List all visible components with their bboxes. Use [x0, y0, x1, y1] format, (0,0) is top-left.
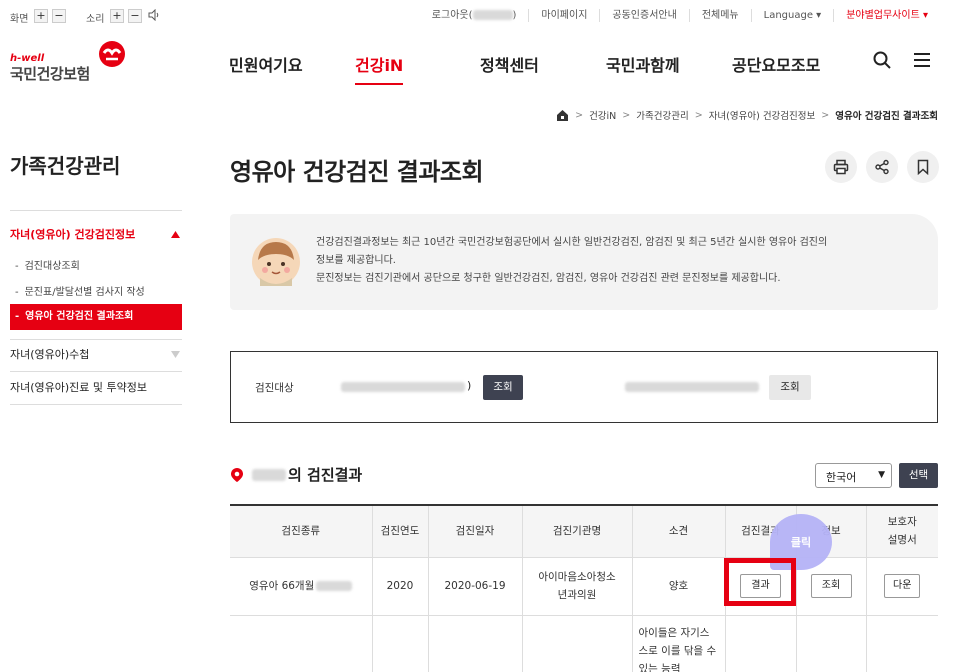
- checkup-year-cell: 2020: [371, 557, 428, 616]
- search-icon[interactable]: [872, 50, 892, 70]
- breadcrumb-current: 영유아 건강검진 결과조회: [835, 111, 938, 122]
- sidebar-divider: [10, 404, 182, 405]
- table-cell: [865, 615, 938, 672]
- print-icon: [833, 159, 849, 175]
- logo-name: 국민건강보험: [10, 65, 90, 83]
- result-title-text: 의 검진결과: [288, 466, 363, 484]
- notice-box: 건강검진결과정보는 최근 10년간 국민건강보험공단에서 실시한 일반건강검진,…: [230, 214, 938, 310]
- breadcrumb-health-in[interactable]: 건강iN: [589, 108, 616, 122]
- logo-mark-icon: [99, 41, 125, 67]
- menu-icon[interactable]: [912, 50, 932, 70]
- sidebar-divider: [10, 339, 182, 340]
- all-menu-link[interactable]: 전체메뉴: [688, 9, 751, 22]
- home-icon[interactable]: [556, 109, 569, 121]
- certificate-guide-link[interactable]: 공동인증서안내: [599, 9, 688, 22]
- share-icon: [875, 159, 889, 175]
- info-lookup-button[interactable]: 조회: [810, 574, 852, 598]
- column-header: 소견: [631, 505, 725, 558]
- language-dropdown[interactable]: Language ▾: [750, 9, 834, 22]
- bookmark-button[interactable]: [907, 151, 939, 183]
- screen-zoom-out-button[interactable]: −: [52, 9, 66, 23]
- lookup-button-2[interactable]: 조회: [769, 375, 811, 400]
- breadcrumb: > 건강iN > 가족건강관리 > 자녀(영유아) 건강검진정보 > 영유아 건…: [556, 108, 938, 122]
- table-cell: [724, 615, 796, 672]
- notice-line-3: 문진정보는 검진기관에서 공단으로 청구한 일반건강검진, 암검진, 영유아 건…: [316, 273, 781, 284]
- gnb-civil-service[interactable]: 민원여기요: [229, 52, 303, 76]
- sidebar-divider: [10, 210, 182, 211]
- child-name-redacted: [252, 468, 286, 481]
- table-row: 아이들은 자기스스로 이를 닦을 수 있는 능력: [230, 615, 938, 672]
- language-select[interactable]: 한국어 ▼: [815, 463, 892, 488]
- screen-size-label: 화면: [10, 14, 29, 25]
- gnb-health-in[interactable]: 건강iN: [355, 52, 404, 85]
- table-cell: [230, 615, 372, 672]
- guide-cell: 다운: [865, 557, 938, 616]
- target-name-redacted: [341, 382, 465, 392]
- notice-line-1: 건강검진결과정보는 최근 10년간 국민건강보험공단에서 실시한 일반건강검진,…: [316, 237, 828, 248]
- collapse-icon: [171, 231, 180, 238]
- speaker-icon[interactable]: [147, 8, 161, 23]
- expand-icon: [171, 351, 180, 358]
- breadcrumb-family-health[interactable]: 가족건강관리: [636, 108, 688, 122]
- mypage-link[interactable]: 마이페이지: [528, 9, 599, 22]
- column-header: 보호자 설명서: [865, 505, 938, 558]
- column-header: 검진종류: [230, 505, 372, 558]
- sidebar-section-treatment[interactable]: 자녀(영유아)진료 및 투약정보: [10, 377, 182, 399]
- sound-label: 소리: [86, 14, 105, 25]
- nhis-logo[interactable]: h-well 국민건강보험: [10, 40, 130, 83]
- lookup-button-1[interactable]: 조회: [483, 375, 523, 400]
- result-title: 의 검진결과: [230, 464, 362, 485]
- sidebar-item-result-lookup[interactable]: - 영유아 건강검진 결과조회: [10, 304, 182, 330]
- location-pin-icon: [231, 467, 243, 482]
- table-row: 영유아 66개월 2020 2020-06-19 아이마음소아청소년과의원 양호…: [230, 557, 938, 616]
- baby-avatar-icon: [252, 238, 300, 286]
- business-sites-dropdown[interactable]: 분야별업무사이트 ▾: [833, 9, 940, 22]
- notice-line-2: 정보를 제공합니다.: [316, 255, 396, 266]
- sidebar-section-checkup[interactable]: 자녀(영유아) 건강검진정보: [10, 224, 182, 246]
- sidebar-item-questionnaire[interactable]: - 문진표/발달선별 검사지 작성: [10, 283, 182, 298]
- opinion-cell: 양호: [631, 557, 725, 616]
- highlight-box: [724, 558, 796, 606]
- page-title: 영유아 건강검진 결과조회: [230, 158, 484, 186]
- target-name-redacted: [625, 382, 759, 392]
- share-button[interactable]: [866, 151, 898, 183]
- sidebar-divider: [10, 371, 182, 372]
- sound-down-button[interactable]: −: [128, 9, 142, 23]
- guide-download-button[interactable]: 다운: [884, 574, 921, 598]
- gnb-about[interactable]: 공단요모조모: [732, 52, 820, 76]
- checkup-target-label: 검진대상: [255, 382, 294, 394]
- gnb-with-people[interactable]: 국민과함께: [606, 52, 680, 76]
- column-header: 검진연도: [371, 505, 428, 558]
- bookmark-icon: [917, 159, 929, 175]
- table-cell: [371, 615, 428, 672]
- sidebar-title: 가족건강관리: [10, 154, 121, 178]
- table-cell: [795, 615, 866, 672]
- table-cell: [427, 615, 522, 672]
- result-table: 검진종류 검진연도 검진일자 검진기관명 소견 검진결과 정보 보호자 설명서 …: [230, 504, 938, 672]
- logout-link[interactable]: 로그아웃(): [420, 9, 529, 22]
- column-header: 검진일자: [427, 505, 522, 558]
- target-paren: ): [467, 379, 472, 392]
- print-button[interactable]: [825, 151, 857, 183]
- table-cell: [521, 615, 632, 672]
- opinion-cell: 아이들은 자기스스로 이를 닦을 수 있는 능력: [631, 615, 725, 672]
- gnb-policy-center[interactable]: 정책센터: [480, 52, 539, 76]
- sidebar-item-target-lookup[interactable]: - 검진대상조회: [10, 257, 182, 272]
- checkup-date-cell: 2020-06-19: [427, 557, 522, 616]
- table-header-row: 검진종류 검진연도 검진일자 검진기관명 소견 검진결과 정보 보호자 설명서: [230, 505, 938, 558]
- checkup-type-cell: 영유아 66개월: [230, 557, 372, 616]
- chevron-down-icon: ▼: [878, 470, 885, 480]
- sound-up-button[interactable]: +: [110, 9, 124, 23]
- utility-bar: 화면 + − 소리 + − 로그아웃() 마이페이지 공동인증서안내 전체메뉴 …: [0, 0, 966, 34]
- screen-zoom-in-button[interactable]: +: [34, 9, 48, 23]
- checkup-target-box: 검진대상 ) 조회 조회: [230, 351, 938, 423]
- column-header: 검진기관명: [521, 505, 632, 558]
- language-select-button[interactable]: 선택: [899, 463, 938, 488]
- clinic-name-cell: 아이마음소아청소년과의원: [521, 557, 632, 616]
- breadcrumb-child-checkup[interactable]: 자녀(영유아) 건강검진정보: [709, 108, 816, 122]
- sidebar-section-handbook[interactable]: 자녀(영유아)수첩: [10, 344, 182, 366]
